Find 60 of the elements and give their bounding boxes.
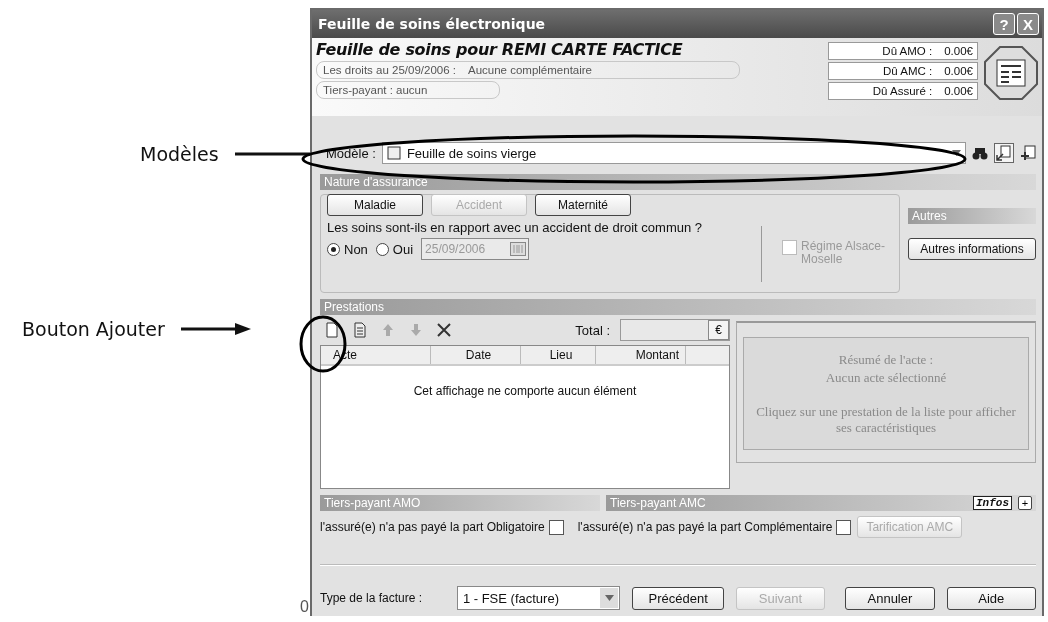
summary-subtitle: Aucun acte sélectionné [825, 369, 947, 386]
checkbox[interactable] [548, 519, 564, 535]
new-document-icon[interactable] [324, 322, 340, 338]
summary-hint: Cliquez sur une prestation de la liste pour afficher ses caractéristiques [755, 403, 1017, 436]
caret-icon [952, 150, 961, 156]
dialog-button[interactable]: Annuler [845, 586, 935, 610]
document-icon [386, 146, 401, 160]
dialog-button[interactable]: Aide [946, 586, 1036, 610]
infos-badge: Infos [973, 496, 1012, 510]
currency-button[interactable]: € [708, 320, 729, 340]
column-header[interactable]: Date [431, 346, 521, 364]
summary-title: Résumé de l'acte : [838, 351, 934, 368]
binoculars-icon[interactable] [972, 145, 988, 161]
section-title: Tiers-payant AMC [610, 496, 706, 510]
tiers-payant-text: Tiers-payant : aucun [323, 84, 428, 96]
dialog-button[interactable]: Précédent [632, 586, 724, 610]
section-header: Tiers-payant AMO [320, 495, 600, 511]
section-header: Autres [908, 208, 1036, 224]
text-fragment: 0 [300, 598, 309, 616]
insurance-type-button[interactable]: Maladie [327, 194, 423, 216]
section-header: Prestations [320, 299, 1036, 315]
total-field[interactable]: € [620, 319, 730, 341]
column-header[interactable]: Montant [596, 346, 686, 364]
patient-heading: Feuille de soins pour REMI CARTE FACTICE [316, 40, 684, 59]
amount-label: Dû AMC : [883, 65, 933, 77]
radio-option[interactable]: Oui [375, 241, 414, 257]
annotation-label: Bouton Ajouter [22, 318, 165, 340]
calendar-icon [510, 242, 527, 256]
delete-icon[interactable] [436, 322, 452, 338]
caret-icon [604, 595, 614, 601]
empty-message: Cet affichage ne comporte aucun élément [412, 384, 638, 398]
amount-label: Dû Assuré : [872, 85, 933, 97]
arrow [180, 322, 251, 336]
document-icon[interactable] [352, 322, 368, 338]
checkbox-label: l'assuré(e) n'a pas payé la part Obligatoire [320, 520, 545, 534]
model-dropdown[interactable]: Feuille de soins vierge [381, 142, 966, 164]
card-reader-icon [984, 46, 1038, 100]
import-icon[interactable] [994, 143, 1014, 163]
checkbox-label: l'assuré(e) n'a pas payé la part Complémentaire [577, 520, 833, 534]
question-text: Les soins sont-ils en rapport avec un accident de droit commun ? [327, 220, 704, 235]
annotation-label: Modèles [140, 143, 219, 165]
invoice-type-dropdown[interactable]: 1 - FSE (facture) [456, 586, 621, 610]
add-document-icon[interactable] [1020, 145, 1036, 161]
invoice-type-label: Type de la facture : [320, 591, 424, 605]
amount-value: 0.00€ [944, 65, 973, 77]
rights-label: Les droits au 25/09/2006 : [323, 64, 456, 76]
amount-label: Dû AMO : [882, 45, 933, 57]
rights-value: Aucune complémentaire [468, 64, 592, 76]
checkbox[interactable] [836, 519, 852, 535]
insurance-type-button[interactable]: Maternité [535, 194, 631, 216]
amount-value: 0.00€ [944, 45, 973, 57]
radio-option[interactable]: Non [327, 241, 368, 257]
model-label: Modèle : [326, 145, 376, 161]
total-label: Total : [575, 322, 610, 338]
amount-value: 0.00€ [944, 85, 973, 97]
other-info-button[interactable]: Autres informations [908, 238, 1036, 260]
window-title: Feuille de soins électronique [318, 16, 546, 32]
regime-label: Régime Alsace-Moselle [801, 240, 887, 267]
expand-button[interactable]: + [1018, 496, 1032, 510]
column-header[interactable]: Lieu [521, 346, 596, 364]
